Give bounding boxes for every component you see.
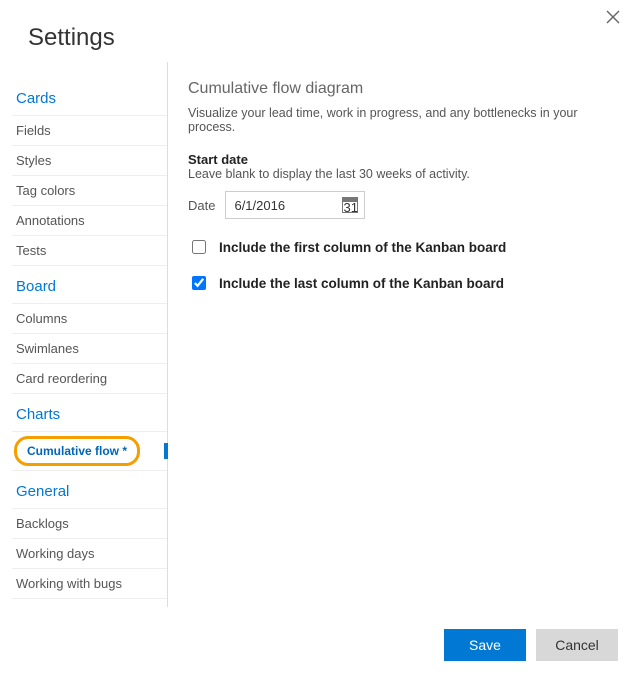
sidebar-item-backlogs[interactable]: Backlogs [12,509,167,539]
sidebar-item-card-reordering[interactable]: Card reordering [12,364,167,394]
include-last-column-checkbox[interactable] [192,276,206,290]
selection-indicator [164,443,168,459]
sidebar-item-cumulative-flow[interactable]: Cumulative flow * [12,432,167,471]
sidebar-section-cards: Cards [12,78,167,116]
cancel-button[interactable]: Cancel [536,629,618,661]
sidebar-item-working-days[interactable]: Working days [12,539,167,569]
start-date-help: Leave blank to display the last 30 weeks… [188,167,620,181]
page-title: Settings [0,0,640,62]
sidebar-item-columns[interactable]: Columns [12,304,167,334]
sidebar-item-working-with-bugs[interactable]: Working with bugs [12,569,167,599]
save-button[interactable]: Save [444,629,526,661]
date-caption: Date [188,198,215,213]
start-date-label: Start date [188,152,620,167]
sidebar-section-general: General [12,471,167,509]
start-date-value: 6/1/2016 [234,198,285,213]
sidebar-section-board: Board [12,266,167,304]
sidebar-item-fields[interactable]: Fields [12,116,167,146]
calendar-icon[interactable]: 31 [342,197,358,213]
sidebar-item-styles[interactable]: Styles [12,146,167,176]
include-first-column-label[interactable]: Include the first column of the Kanban b… [219,240,506,255]
close-button[interactable] [606,10,624,28]
sidebar-item-label: Cumulative flow * [14,436,140,466]
sidebar-item-swimlanes[interactable]: Swimlanes [12,334,167,364]
settings-sidebar: Cards Fields Styles Tag colors Annotatio… [12,62,168,607]
sidebar-item-annotations[interactable]: Annotations [12,206,167,236]
settings-panel: Cumulative flow diagram Visualize your l… [168,62,640,607]
include-last-column-label[interactable]: Include the last column of the Kanban bo… [219,276,504,291]
start-date-input[interactable]: 6/1/2016 31 [225,191,365,219]
close-icon [606,10,620,24]
include-first-column-checkbox[interactable] [192,240,206,254]
sidebar-item-tag-colors[interactable]: Tag colors [12,176,167,206]
panel-title: Cumulative flow diagram [188,80,620,98]
sidebar-item-tests[interactable]: Tests [12,236,167,266]
sidebar-section-charts: Charts [12,394,167,432]
panel-description: Visualize your lead time, work in progre… [188,106,620,134]
